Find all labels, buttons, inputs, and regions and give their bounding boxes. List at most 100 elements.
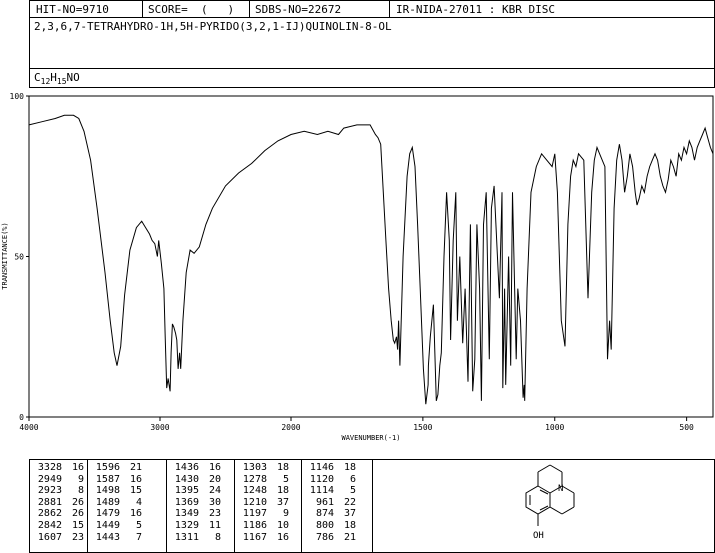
structure-bonds: [525, 464, 575, 526]
peak-transmittance: 23: [71, 531, 84, 543]
peak-row: 1167 16: [237, 532, 289, 544]
peak-transmittance: 37: [343, 508, 356, 520]
score: SCORE= ( ): [148, 3, 235, 16]
peak-row: 1311 8: [169, 532, 221, 544]
peak-wavenumber: 1210: [242, 496, 267, 508]
peak-row: 1449 5: [90, 520, 142, 532]
peak-transmittance: 16: [276, 531, 289, 543]
peak-row: 3328 16: [32, 462, 84, 474]
y-axis: 0 50 100: [10, 92, 29, 422]
peak-transmittance: 16: [71, 462, 84, 473]
peak-transmittance: 26: [71, 508, 84, 520]
peak-transmittance: 22: [343, 496, 356, 508]
peak-transmittance: 20: [208, 473, 221, 485]
peak-row: 1395 24: [169, 485, 221, 497]
peak-transmittance: 10: [276, 519, 289, 531]
ir-code: IR-NIDA-27011 : KBR DISC: [396, 3, 555, 16]
peak-row: 1369 30: [169, 497, 221, 509]
molecule-structure: N OH: [525, 464, 575, 541]
peak-wavenumber: 2949: [37, 473, 62, 485]
peak-row: 1329 11: [169, 520, 221, 532]
peak-transmittance: 16: [129, 473, 142, 485]
peak-transmittance: 18: [276, 485, 289, 497]
peak-transmittance: 21: [343, 531, 356, 543]
peak-wavenumber: 1479: [95, 508, 120, 520]
peak-wavenumber: 1430: [174, 473, 199, 485]
peak-row: 1120 6: [304, 474, 356, 486]
peak-wavenumber: 1329: [174, 519, 199, 531]
peak-transmittance: 5: [282, 473, 289, 485]
peak-transmittance: 23: [208, 508, 221, 520]
nitrogen-label: N: [558, 484, 563, 494]
peak-wavenumber: 1443: [95, 531, 120, 543]
peak-row: 1210 37: [237, 497, 289, 509]
peak-row: 1436 16: [169, 462, 221, 474]
peak-column: 1303 18 1278 5 1248 18 1210 37 1197 9 1186 10 1167 16: [237, 462, 289, 543]
peak-wavenumber: 1248: [242, 485, 267, 497]
hydroxyl-label: OH: [533, 531, 544, 541]
peak-wavenumber: 2862: [37, 508, 62, 520]
x-axis: 4000 3000 2000 1500 1000 500: [19, 417, 694, 432]
hit-number: HIT-NO=9710: [36, 3, 109, 16]
peak-transmittance: 9: [77, 473, 84, 485]
peak-wavenumber: 1146: [309, 462, 334, 473]
peak-row: 786 21: [304, 532, 356, 544]
peak-wavenumber: 874: [315, 508, 334, 520]
peak-wavenumber: 2923: [37, 485, 62, 497]
peak-row: 1349 23: [169, 508, 221, 520]
peak-row: 1430 20: [169, 474, 221, 486]
peak-row: 1303 18: [237, 462, 289, 474]
peak-row: 1197 9: [237, 508, 289, 520]
peak-wavenumber: 800: [315, 519, 334, 531]
x-tick-label: 500: [679, 423, 694, 432]
peak-transmittance: 24: [208, 485, 221, 497]
peak-wavenumber: 1278: [242, 473, 267, 485]
peak-transmittance: 18: [276, 462, 289, 473]
peak-wavenumber: 2842: [37, 519, 62, 531]
peak-transmittance: 4: [135, 496, 142, 508]
peak-wavenumber: 1311: [174, 531, 199, 543]
peak-transmittance: 26: [71, 496, 84, 508]
peak-wavenumber: 1607: [37, 531, 62, 543]
peak-wavenumber: 1596: [95, 462, 120, 473]
peak-transmittance: 18: [343, 462, 356, 473]
x-tick-label: 1000: [545, 423, 564, 432]
peak-row: 1479 16: [90, 508, 142, 520]
peak-transmittance: 8: [214, 531, 221, 543]
peak-row: 1596 21: [90, 462, 142, 474]
x-tick-label: 3000: [150, 423, 169, 432]
peak-row: 874 37: [304, 508, 356, 520]
peak-column: 1146 18 1120 6 1114 5 961 22 874 37 800 18 786 21: [304, 462, 356, 543]
header-panel: HIT-NO=9710 SCORE= ( ) SDBS-NO=22672 IR-…: [29, 0, 715, 88]
peak-row: 1186 10: [237, 520, 289, 532]
peak-transmittance: 11: [208, 519, 221, 531]
peak-row: 1489 4: [90, 497, 142, 509]
peak-row: 1278 5: [237, 474, 289, 486]
peak-wavenumber: 2881: [37, 496, 62, 508]
y-tick-label: 0: [19, 413, 24, 422]
peak-transmittance: 15: [71, 519, 84, 531]
peak-wavenumber: 1587: [95, 473, 120, 485]
peak-wavenumber: 1449: [95, 519, 120, 531]
peak-row: 1443 7: [90, 532, 142, 544]
peak-wavenumber: 1167: [242, 531, 267, 543]
peak-transmittance: 21: [129, 462, 142, 473]
peak-wavenumber: 1197: [242, 508, 267, 520]
peak-transmittance: 30: [208, 496, 221, 508]
spectrum-line: [28, 114, 714, 405]
peak-transmittance: 5: [349, 485, 356, 497]
x-tick-label: 2000: [281, 423, 300, 432]
peak-wavenumber: 1369: [174, 496, 199, 508]
molecular-formula: C12H15NO: [34, 71, 80, 87]
peak-transmittance: 5: [135, 519, 142, 531]
peak-transmittance: 6: [349, 473, 356, 485]
peak-transmittance: 7: [135, 531, 142, 543]
plot-frame: [28, 95, 714, 418]
x-tick-label: 1500: [413, 423, 432, 432]
peak-column: 1596 21 1587 16 1498 15 1489 4 1479 16 1449 5 1443 7: [90, 462, 142, 543]
peak-wavenumber: 1303: [242, 462, 267, 473]
peak-wavenumber: 1489: [95, 496, 120, 508]
peak-transmittance: 9: [282, 508, 289, 520]
peak-row: 1114 5: [304, 485, 356, 497]
compound-name: 2,3,6,7-TETRAHYDRO-1H,5H-PYRIDO(3,2,1-IJ…: [34, 20, 392, 33]
